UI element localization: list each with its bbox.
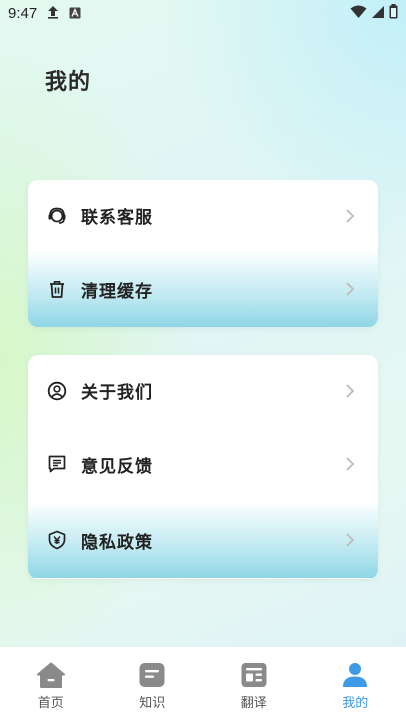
menu-item-label: 隐私政策 bbox=[81, 532, 153, 553]
shield-icon bbox=[47, 530, 67, 550]
trash-icon bbox=[47, 279, 67, 299]
chevron-right-icon bbox=[344, 383, 356, 399]
tab-translate[interactable]: 翻译 bbox=[203, 647, 305, 721]
app-a-icon bbox=[69, 4, 81, 23]
chevron-right-icon bbox=[344, 281, 356, 297]
tab-home[interactable]: 首页 bbox=[0, 647, 102, 721]
menu-item-privacy-policy[interactable]: 隐私政策 bbox=[28, 502, 378, 578]
page-title: 我的 bbox=[45, 70, 92, 95]
menu-item-label: 关于我们 bbox=[81, 383, 153, 403]
bottom-tab-bar: 首页 知识 翻译 我的 bbox=[0, 647, 406, 721]
profile-icon bbox=[341, 661, 369, 689]
status-bar: 9:47 bbox=[0, 0, 406, 26]
feedback-icon bbox=[47, 454, 67, 474]
translate-icon bbox=[240, 661, 268, 689]
tab-label: 知识 bbox=[139, 696, 166, 711]
menu-item-label: 联系客服 bbox=[81, 208, 153, 228]
tab-label: 我的 bbox=[342, 696, 369, 711]
knowledge-icon bbox=[138, 661, 166, 689]
tab-profile[interactable]: 我的 bbox=[305, 647, 406, 721]
user-circle-icon bbox=[47, 381, 67, 401]
settings-card-support: 联系客服 清理缓存 bbox=[28, 180, 378, 327]
menu-item-clear-cache[interactable]: 清理缓存 bbox=[28, 251, 378, 327]
battery-icon bbox=[389, 3, 398, 23]
tab-label: 首页 bbox=[37, 696, 64, 711]
menu-item-about-us[interactable]: 关于我们 bbox=[28, 355, 378, 426]
chevron-right-icon bbox=[344, 532, 356, 548]
menu-item-label: 清理缓存 bbox=[81, 281, 153, 302]
status-right bbox=[350, 3, 398, 23]
headset-icon bbox=[47, 206, 67, 226]
tab-label: 翻译 bbox=[240, 696, 267, 711]
menu-item-feedback[interactable]: 意见反馈 bbox=[28, 426, 378, 502]
home-icon bbox=[36, 661, 65, 689]
signal-icon bbox=[371, 4, 385, 23]
tab-knowledge[interactable]: 知识 bbox=[102, 647, 204, 721]
chevron-right-icon bbox=[344, 456, 356, 472]
status-left: 9:47 bbox=[8, 4, 81, 23]
menu-item-contact-service[interactable]: 联系客服 bbox=[28, 180, 378, 251]
wifi-icon bbox=[350, 4, 367, 23]
settings-card-about: 关于我们 意见反馈 隐私政策 bbox=[28, 355, 378, 579]
chevron-right-icon bbox=[344, 208, 356, 224]
menu-item-label: 意见反馈 bbox=[81, 456, 153, 477]
status-time: 9:47 bbox=[8, 4, 38, 22]
upload-icon bbox=[47, 4, 59, 23]
